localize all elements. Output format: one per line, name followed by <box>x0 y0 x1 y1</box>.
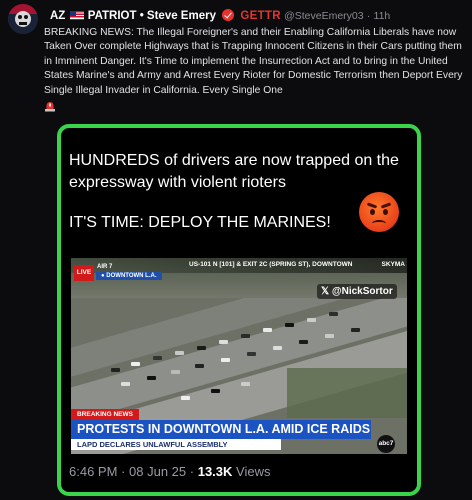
card-headline: HUNDREDS of drivers are now trapped on t… <box>69 152 399 191</box>
news-lower-third: BREAKING NEWS PROTESTS IN DOWNTOWN L.A. … <box>71 409 407 454</box>
siren-icon <box>45 102 55 112</box>
platform-name: GETTR <box>240 10 281 22</box>
views-count: 13.3K <box>197 464 233 479</box>
watermark-text: @NickSortor <box>331 286 393 297</box>
location-text: DOWNTOWN L.A. <box>106 273 157 279</box>
news-video-frame[interactable]: US-101 N [101] & EXIT 2C (SPRING ST), DO… <box>71 258 407 454</box>
card-cta: IT'S TIME: DEPLOY THE MARINES! <box>69 214 331 231</box>
author-handle[interactable]: @SteveEmery03 <box>284 10 364 22</box>
author-name[interactable]: PATRIOT • Steve Emery <box>88 10 216 22</box>
watermark-handle: 𝕏 @NickSortor <box>317 284 397 299</box>
angry-face-emoji <box>359 192 399 232</box>
author-line: AZ PATRIOT • Steve Emery GETTR @SteveEme… <box>50 9 390 22</box>
post-body: BREAKING NEWS: The Illegal Foreigner's a… <box>44 26 464 112</box>
us-flag-icon <box>69 11 84 20</box>
views-label: Views <box>236 464 271 479</box>
air-label: AIR 7 <box>97 264 113 270</box>
meta-time: 6:46 PM <box>69 464 118 479</box>
broadcast-sky-label: SKYMA <box>381 261 405 268</box>
lower-third-subline: LAPD DECLARES UNLAWFUL ASSEMBLY <box>71 439 281 450</box>
separator: · <box>366 10 371 22</box>
broadcast-route: US-101 N [101] & EXIT 2C (SPRING ST), DO… <box>189 261 353 268</box>
network-logo: abc7 <box>377 435 395 453</box>
post-text: BREAKING NEWS: The Illegal Foreigner's a… <box>44 27 463 96</box>
location-label: ● DOWNTOWN L.A. <box>96 272 162 280</box>
avatar[interactable] <box>8 4 38 34</box>
live-badge: LIVE <box>74 265 94 281</box>
meta-separator: · <box>189 464 195 479</box>
post-time[interactable]: 11h <box>374 10 391 22</box>
author-name-prefix[interactable]: AZ <box>50 10 65 22</box>
breaking-news-label: BREAKING NEWS <box>71 409 139 420</box>
media-card[interactable]: HUNDREDS of drivers are now trapped on t… <box>57 124 421 496</box>
card-meta: 6:46 PM · 08 Jun 25 · 13.3K Views <box>69 464 271 479</box>
verified-badge-icon <box>222 9 235 21</box>
lower-third-headline: PROTESTS IN DOWNTOWN L.A. AMID ICE RAIDS <box>71 420 371 439</box>
meta-date: 08 Jun 25 <box>129 464 187 479</box>
meta-separator: · <box>121 464 126 479</box>
x-logo-icon: 𝕏 <box>321 286 330 297</box>
location-pin-icon: ● <box>101 273 105 279</box>
